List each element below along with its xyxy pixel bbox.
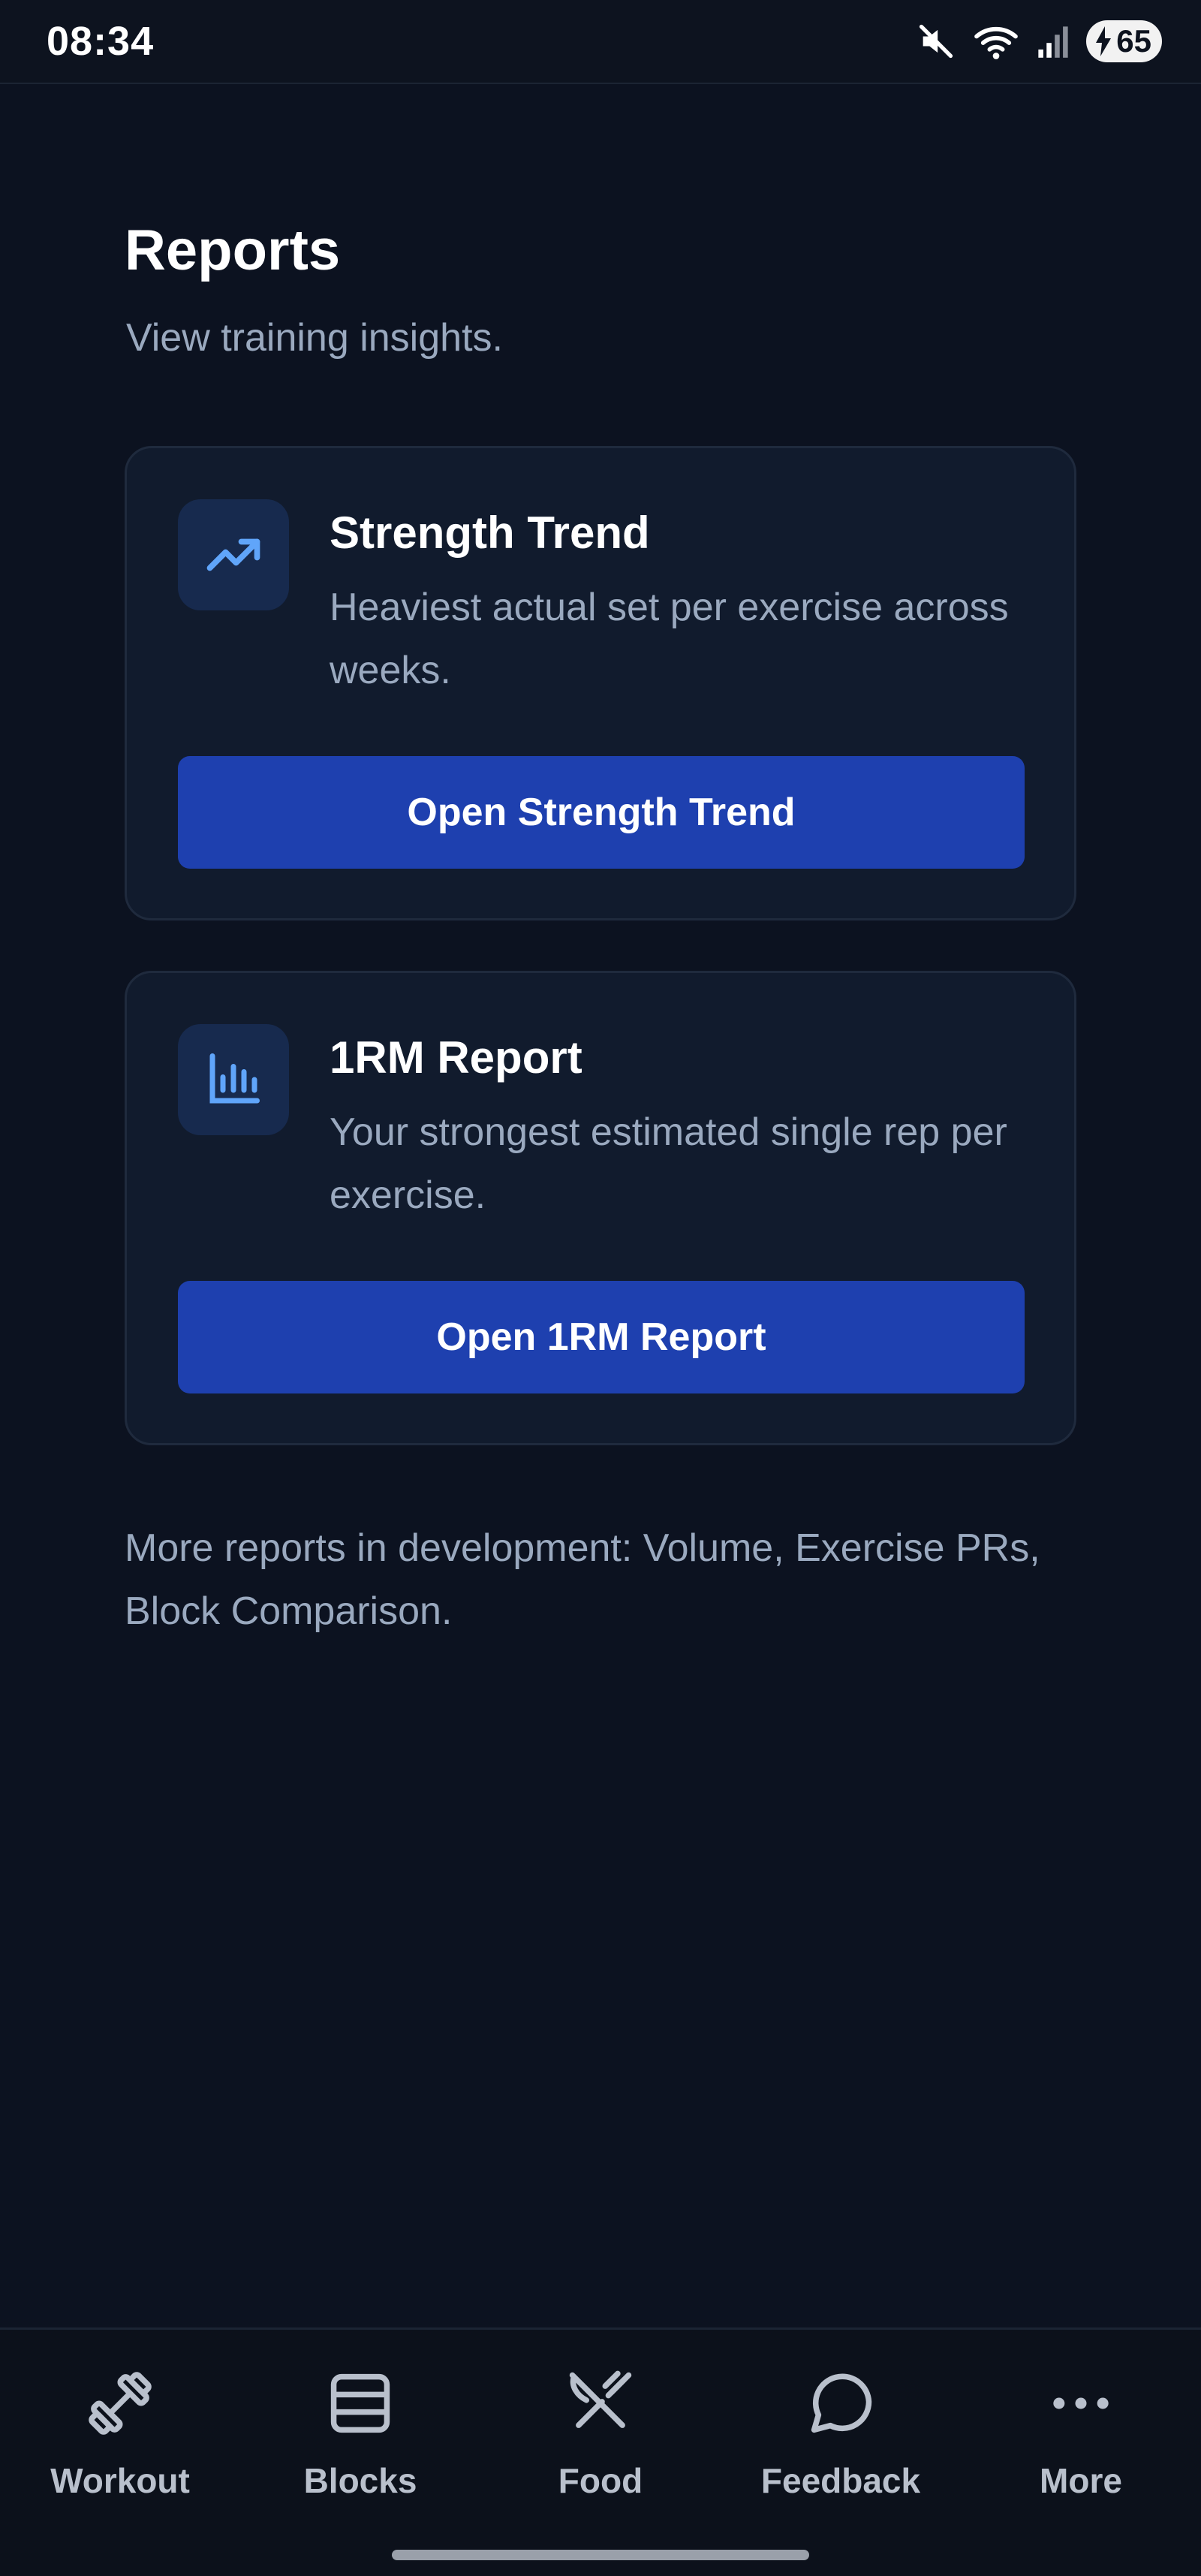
- reports-screen: 08:34 65 Reports View training insights.…: [0, 0, 1201, 2576]
- card-description: Heaviest actual set per exercise across …: [330, 586, 1009, 692]
- nav-label: Feedback: [760, 2461, 921, 2500]
- gesture-area: [0, 2535, 1201, 2576]
- battery-charging-icon: [1094, 26, 1113, 56]
- status-time: 08:34: [47, 19, 155, 64]
- chat-bubble-icon: [803, 2366, 878, 2441]
- open-1rm-report-button[interactable]: Open 1RM Report: [178, 1281, 1025, 1393]
- nav-label: Food: [558, 2461, 643, 2500]
- card-description: Your strongest estimated single rep per …: [330, 1110, 1007, 1217]
- nav-label: Workout: [50, 2461, 190, 2500]
- open-strength-trend-button[interactable]: Open Strength Trend: [178, 756, 1025, 869]
- battery-level: 65: [1116, 23, 1151, 59]
- nav-item-blocks[interactable]: Blocks: [248, 2366, 473, 2516]
- nav-label: More: [1040, 2461, 1122, 2500]
- wifi-icon: [972, 22, 1020, 61]
- nav-item-workout[interactable]: Workout: [8, 2366, 233, 2516]
- home-gesture-bar[interactable]: [392, 2550, 809, 2560]
- page-title: Reports: [125, 218, 341, 282]
- card-title: 1RM Report: [330, 1032, 582, 1083]
- card-title: Strength Trend: [330, 508, 650, 558]
- more-reports-note: More reports in development: Volume, Exe…: [125, 1526, 1040, 1633]
- status-icons: 65: [917, 20, 1162, 62]
- report-card-1rm: 1RM Report Your strongest estimated sing…: [125, 971, 1076, 1445]
- trending-up-icon: [178, 499, 289, 610]
- nav-item-feedback[interactable]: Feedback: [728, 2366, 953, 2516]
- bar-chart-icon: [178, 1024, 289, 1135]
- battery-indicator: 65: [1086, 20, 1162, 62]
- fork-knife-icon: [563, 2366, 638, 2441]
- bottom-nav: Workout Blocks Food Feedback More: [0, 2327, 1201, 2535]
- blocks-icon: [323, 2366, 398, 2441]
- dumbbell-icon: [83, 2366, 158, 2441]
- status-bar: 08:34 65: [0, 0, 1201, 84]
- nav-item-food[interactable]: Food: [488, 2366, 713, 2516]
- nav-label: Blocks: [303, 2461, 417, 2500]
- report-card-strength-trend: Strength Trend Heaviest actual set per e…: [125, 446, 1076, 920]
- signal-icon: [1037, 23, 1070, 59]
- more-dots-icon: [1043, 2366, 1118, 2441]
- nav-item-more[interactable]: More: [968, 2366, 1193, 2516]
- mute-icon: [917, 22, 956, 61]
- page-subtitle: View training insights.: [126, 316, 503, 360]
